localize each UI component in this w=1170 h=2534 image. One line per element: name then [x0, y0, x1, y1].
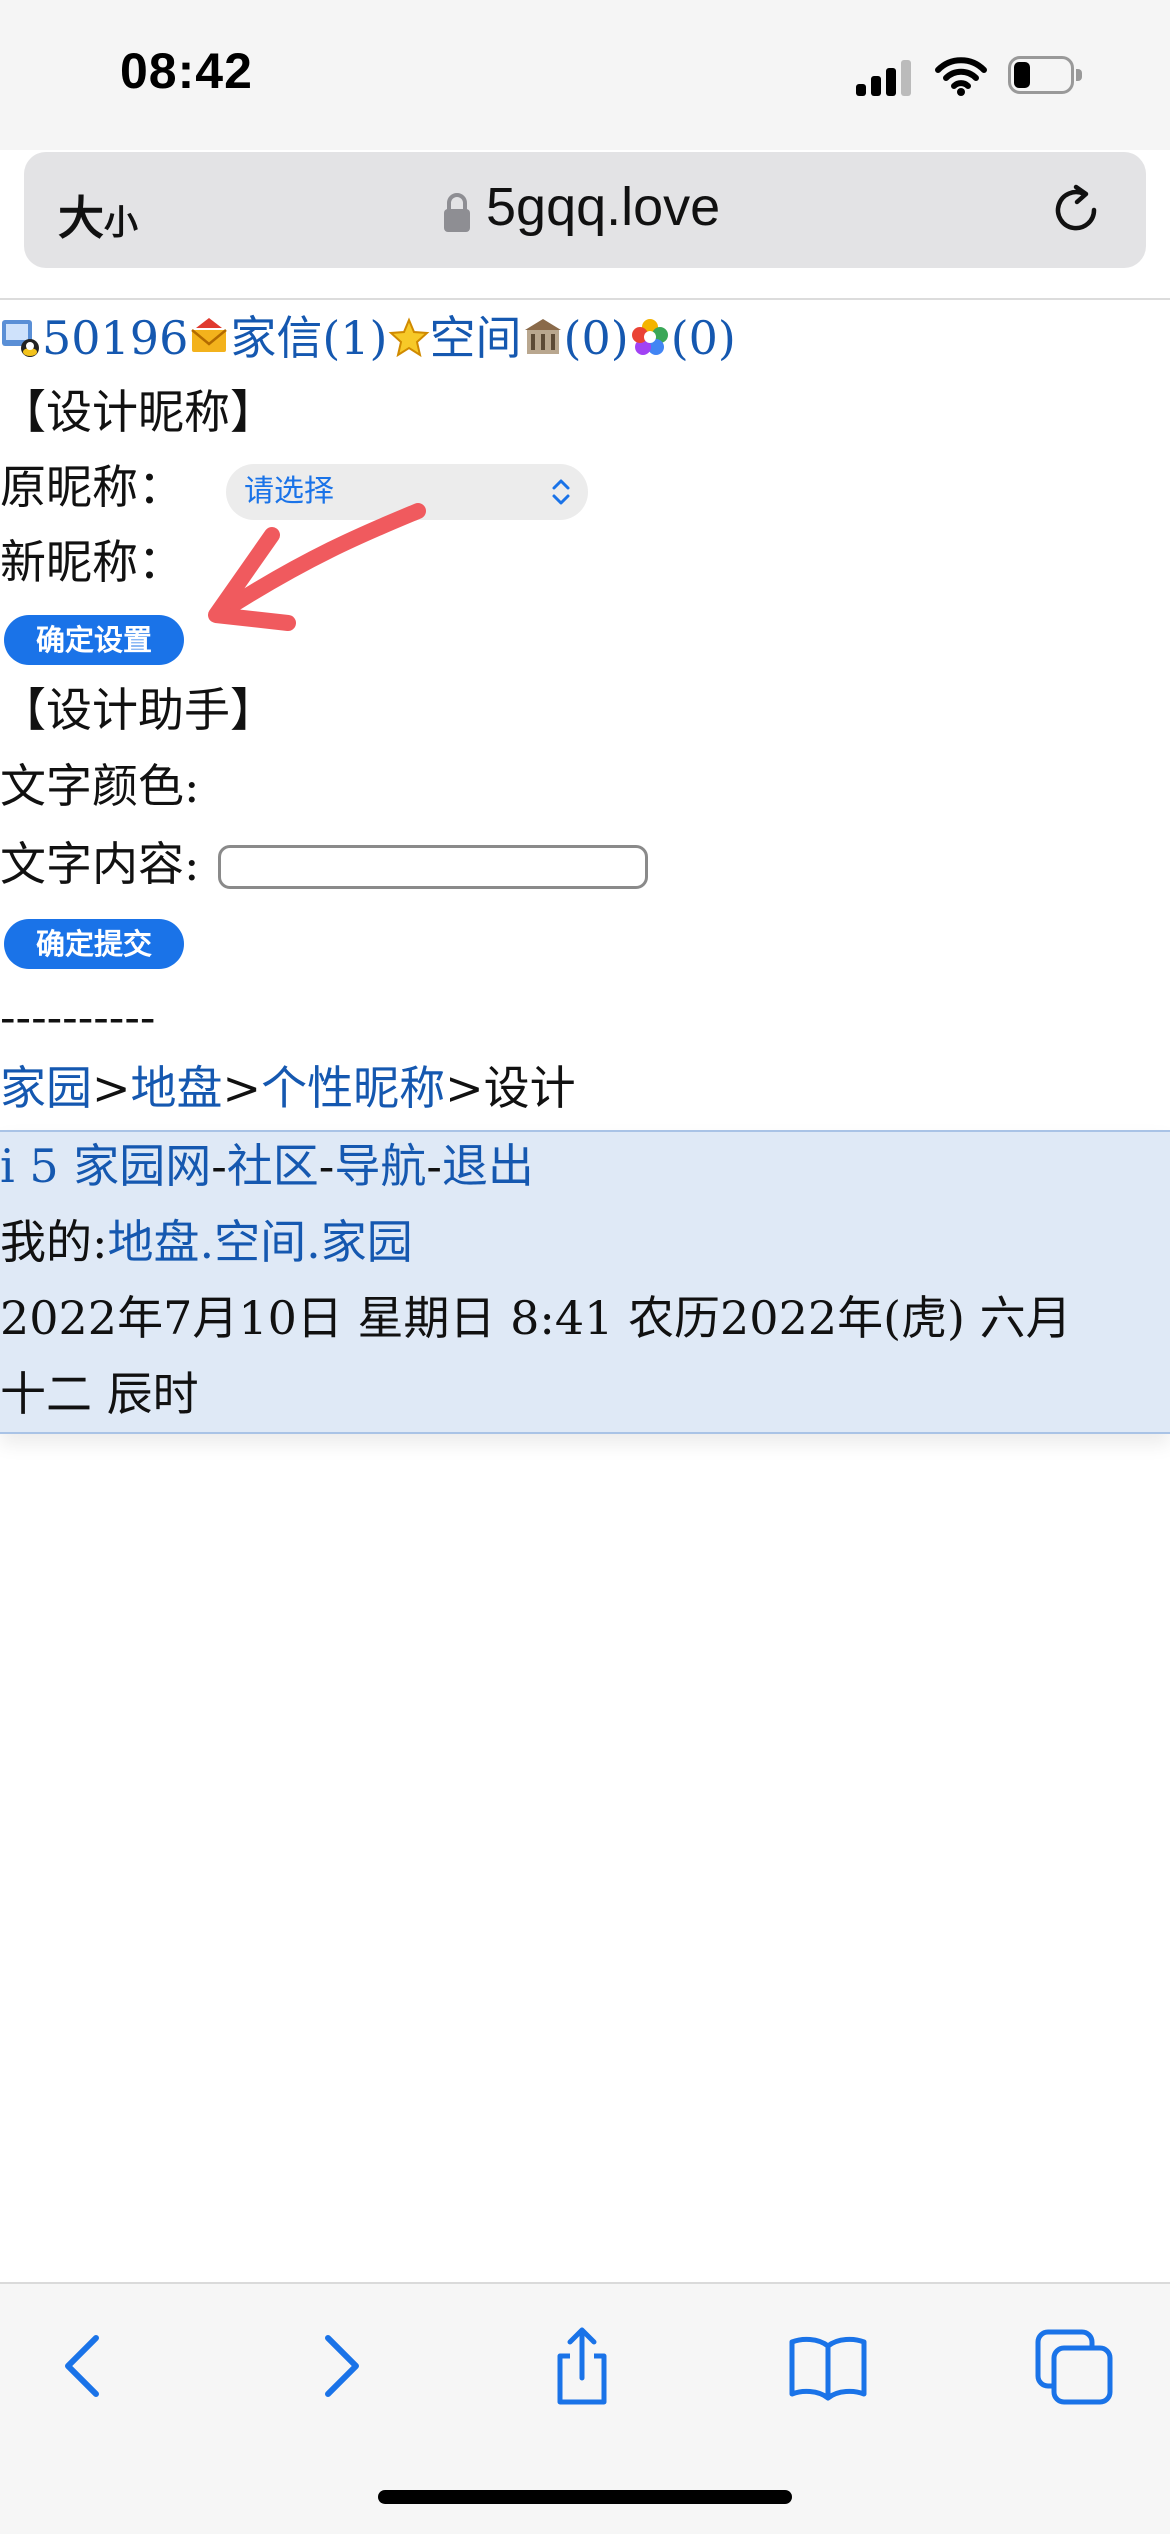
mail-icon — [191, 318, 228, 352]
back-icon[interactable] — [46, 2326, 126, 2406]
toolbar-divider — [0, 298, 1170, 300]
date-line: 2022年7月10日 星期日 8:41 农历2022年(虎) 六月 — [0, 1291, 1072, 1345]
qq-user-icon — [2, 320, 39, 357]
site-home-link[interactable]: i 5 家园网 — [0, 1139, 211, 1193]
logout-link[interactable]: 退出 — [442, 1139, 534, 1193]
battery-icon — [1008, 56, 1084, 96]
forward-icon[interactable] — [298, 2326, 378, 2406]
user-bar: 50196 家信(1) 空间 (0) (0) — [0, 308, 736, 368]
navigation-link[interactable]: 导航 — [334, 1139, 426, 1193]
colorful-count-link[interactable]: (0) — [671, 311, 736, 365]
address-bar[interactable]: 大小 5gqq.love — [24, 152, 1146, 268]
new-nickname-label: 新昵称： — [0, 535, 184, 589]
space-link[interactable]: 空间 — [430, 311, 522, 365]
breadcrumb-current: 设计 — [483, 1061, 576, 1115]
breadcrumb-land-link[interactable]: 地盘 — [131, 1061, 223, 1115]
bookmarks-icon[interactable] — [788, 2326, 868, 2406]
site-footer: i 5 家园网-社区-导航-退出 我的:地盘.空间.家园 2022年7月10日 … — [0, 1130, 1170, 1434]
annotation-arrow-icon — [208, 503, 426, 631]
breadcrumb-home-link[interactable]: 家园 — [0, 1061, 92, 1115]
lock-icon — [444, 193, 470, 232]
star-icon — [388, 317, 429, 358]
url-text[interactable]: 5gqq.love — [486, 176, 720, 238]
colorful-wheel-icon — [631, 319, 668, 355]
confirm-settings-button[interactable]: 确定设置 — [4, 615, 185, 665]
mine-land-link[interactable]: 地盘 — [108, 1215, 200, 1269]
text-size-button[interactable]: 大小 — [58, 182, 138, 248]
building-count-link[interactable]: (0) — [564, 311, 629, 365]
text-content-label: 文字内容: — [0, 837, 200, 891]
community-link[interactable]: 社区 — [227, 1139, 319, 1193]
text-color-label: 文字颜色: — [0, 759, 200, 813]
nickname-heading: 【设计昵称】 — [0, 385, 276, 439]
tabs-icon[interactable] — [1034, 2326, 1114, 2406]
confirm-submit-button[interactable]: 确定提交 — [4, 919, 185, 969]
building-icon — [524, 319, 561, 354]
status-bar: 08:42 — [0, 0, 1170, 150]
reload-icon[interactable] — [1046, 180, 1106, 240]
wifi-icon — [935, 57, 987, 96]
user-id-link[interactable]: 50196 — [42, 311, 188, 365]
divider-text: ---------- — [0, 990, 156, 1044]
text-content-input[interactable] — [218, 845, 648, 889]
lunar-time-line: 十二 辰时 — [0, 1367, 199, 1421]
cellular-signal-icon — [856, 60, 916, 96]
footer-mine: 我的:地盘.空间.家园 — [0, 1215, 413, 1269]
mail-link[interactable]: 家信(1) — [230, 311, 387, 365]
old-nickname-label: 原昵称： — [0, 460, 184, 514]
mine-home-link[interactable]: 家园 — [321, 1215, 413, 1269]
breadcrumb-nickname-link[interactable]: 个性昵称 — [261, 1061, 445, 1115]
chevron-up-down-icon — [552, 479, 570, 505]
breadcrumb: 家园>地盘>个性昵称>设计 — [0, 1061, 576, 1115]
home-indicator — [378, 2490, 792, 2504]
share-icon[interactable] — [542, 2326, 622, 2406]
footer-nav: i 5 家园网-社区-导航-退出 — [0, 1139, 534, 1193]
clock: 08:42 — [120, 43, 253, 99]
mine-space-link[interactable]: 空间 — [214, 1215, 306, 1269]
helper-heading: 【设计助手】 — [0, 683, 276, 737]
